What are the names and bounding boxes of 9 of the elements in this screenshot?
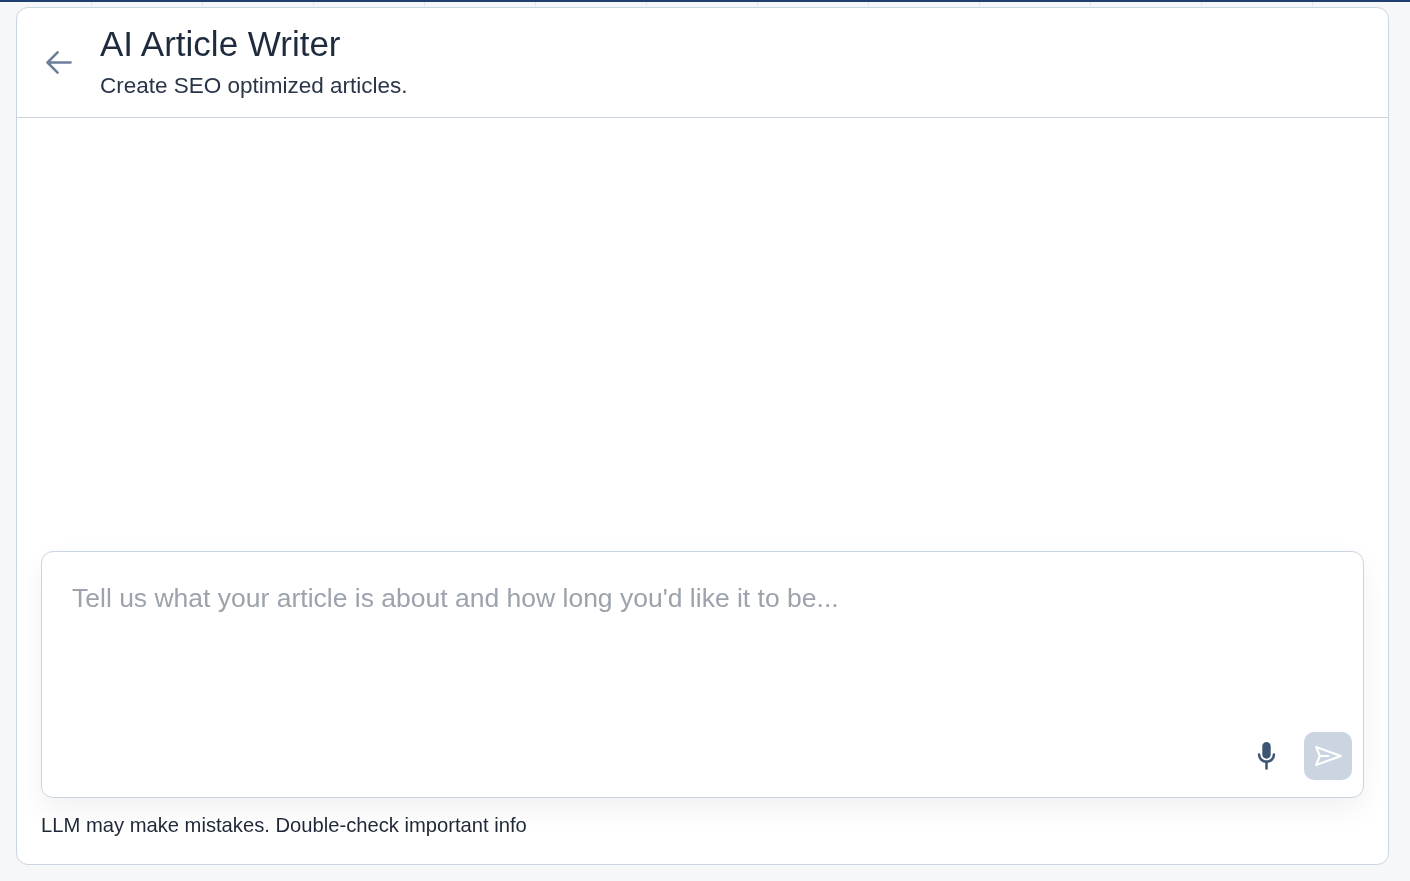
- microphone-button[interactable]: [1255, 742, 1278, 770]
- send-icon: [1314, 746, 1342, 766]
- disclaimer-text: LLM may make mistakes. Double-check important info: [40, 813, 528, 838]
- back-arrow-icon: [46, 51, 72, 74]
- message-input[interactable]: Tell us what your article is about and how long you'd like it to be...: [41, 551, 1364, 798]
- page-title: AI Article Writer: [100, 24, 342, 64]
- back-button[interactable]: [46, 51, 72, 74]
- page-subtitle: Create SEO optimized articles.: [100, 73, 408, 99]
- microphone-icon: [1255, 742, 1278, 770]
